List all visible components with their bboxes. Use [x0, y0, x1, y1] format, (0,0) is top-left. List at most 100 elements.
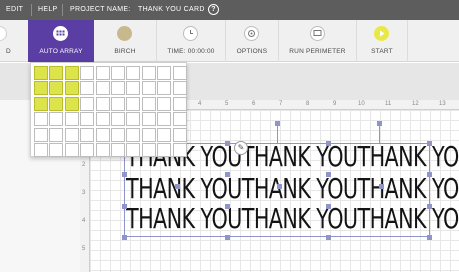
array-cell[interactable]	[141, 66, 156, 80]
array-cell[interactable]	[126, 112, 141, 127]
array-cell[interactable]	[49, 81, 64, 96]
array-cell[interactable]	[172, 127, 187, 142]
array-cell[interactable]	[34, 81, 48, 96]
resize-handle[interactable]	[326, 172, 331, 177]
array-cell[interactable]	[95, 96, 110, 111]
project-name[interactable]: THANK YOU CARD	[138, 6, 205, 13]
resize-handle[interactable]	[225, 141, 230, 146]
rotation-handle[interactable]	[275, 121, 280, 126]
array-cell[interactable]	[64, 81, 79, 96]
array-cell[interactable]	[49, 66, 64, 80]
array-cell[interactable]	[157, 142, 172, 157]
material-swatch-icon	[117, 26, 132, 41]
array-cell[interactable]	[34, 112, 48, 127]
array-cell[interactable]	[34, 142, 48, 157]
array-cell[interactable]	[157, 127, 172, 142]
array-cell[interactable]	[172, 66, 187, 80]
resize-handle[interactable]	[427, 204, 432, 209]
array-cell[interactable]	[141, 142, 156, 157]
resize-handle[interactable]	[225, 172, 230, 177]
start-button[interactable]: START	[357, 20, 407, 62]
array-cell[interactable]	[110, 112, 125, 127]
menu-edit[interactable]: EDIT	[6, 6, 23, 13]
resize-handle[interactable]	[225, 204, 230, 209]
array-cell[interactable]	[157, 66, 172, 80]
edit-pencil-icon[interactable]: ✎	[234, 141, 248, 155]
menu-divider	[62, 4, 63, 16]
array-cell[interactable]	[126, 142, 141, 157]
array-cell[interactable]	[34, 66, 48, 80]
array-cell[interactable]	[49, 142, 64, 157]
array-cell[interactable]	[64, 127, 79, 142]
array-cell[interactable]	[64, 66, 79, 80]
options-button[interactable]: OPTIONS	[226, 20, 278, 62]
tool-partial[interactable]: D	[0, 20, 28, 62]
array-cell[interactable]	[172, 112, 187, 127]
array-cell[interactable]	[141, 112, 156, 127]
array-cell[interactable]	[126, 66, 141, 80]
array-cell[interactable]	[95, 81, 110, 96]
array-cell[interactable]	[80, 112, 95, 127]
material-button[interactable]: BIRCH	[94, 20, 156, 62]
resize-handle[interactable]	[175, 184, 180, 189]
perimeter-icon	[310, 26, 325, 41]
resize-handle[interactable]	[379, 184, 384, 189]
resize-handle[interactable]	[122, 235, 127, 240]
array-cell[interactable]	[157, 112, 172, 127]
ruler-label: 5	[82, 246, 86, 252]
array-cell[interactable]	[95, 127, 110, 142]
array-cell[interactable]	[80, 127, 95, 142]
array-cell[interactable]	[95, 66, 110, 80]
array-cell[interactable]	[64, 96, 79, 111]
array-cell[interactable]	[172, 142, 187, 157]
array-cell[interactable]	[34, 127, 48, 142]
array-cell[interactable]	[110, 66, 125, 80]
array-cell[interactable]	[64, 112, 79, 127]
auto-array-button[interactable]: AUTO ARRAY	[28, 20, 94, 62]
resize-handle[interactable]	[427, 141, 432, 146]
ruler-label: 3	[82, 190, 86, 196]
array-cell[interactable]	[95, 112, 110, 127]
array-cell[interactable]	[110, 81, 125, 96]
resize-handle[interactable]	[427, 235, 432, 240]
resize-handle[interactable]	[225, 235, 230, 240]
array-cell[interactable]	[110, 142, 125, 157]
array-cell[interactable]	[141, 81, 156, 96]
array-cell[interactable]	[126, 96, 141, 111]
resize-handle[interactable]	[122, 172, 127, 177]
array-cell[interactable]	[141, 96, 156, 111]
array-cell[interactable]	[49, 127, 64, 142]
array-cell[interactable]	[172, 81, 187, 96]
run-perimeter-button[interactable]: RUN PERIMETER	[279, 20, 356, 62]
help-icon[interactable]: ?	[208, 4, 219, 15]
resize-handle[interactable]	[427, 172, 432, 177]
array-cell[interactable]	[49, 96, 64, 111]
selection-box[interactable]	[124, 143, 430, 237]
resize-handle[interactable]	[277, 184, 282, 189]
array-cell[interactable]	[126, 81, 141, 96]
array-cell[interactable]	[95, 142, 110, 157]
array-cell[interactable]	[80, 142, 95, 157]
array-cell[interactable]	[172, 96, 187, 111]
array-cell[interactable]	[110, 96, 125, 111]
array-cell[interactable]	[64, 142, 79, 157]
array-cell[interactable]	[141, 127, 156, 142]
array-cell[interactable]	[157, 81, 172, 96]
array-cell[interactable]	[80, 66, 95, 80]
array-cell[interactable]	[49, 112, 64, 127]
resize-handle[interactable]	[326, 141, 331, 146]
resize-handle[interactable]	[326, 204, 331, 209]
resize-handle[interactable]	[122, 204, 127, 209]
array-cell[interactable]	[110, 127, 125, 142]
start-icon	[374, 26, 389, 41]
menu-help[interactable]: HELP	[38, 6, 58, 13]
array-cell[interactable]	[157, 96, 172, 111]
array-cell[interactable]	[34, 96, 48, 111]
toolbar-divider	[407, 20, 408, 62]
array-cell[interactable]	[80, 81, 95, 96]
array-cell[interactable]	[80, 96, 95, 111]
array-cell[interactable]	[126, 127, 141, 142]
rotation-handle[interactable]	[377, 121, 382, 126]
array-size-picker[interactable]	[34, 66, 187, 157]
resize-handle[interactable]	[326, 235, 331, 240]
